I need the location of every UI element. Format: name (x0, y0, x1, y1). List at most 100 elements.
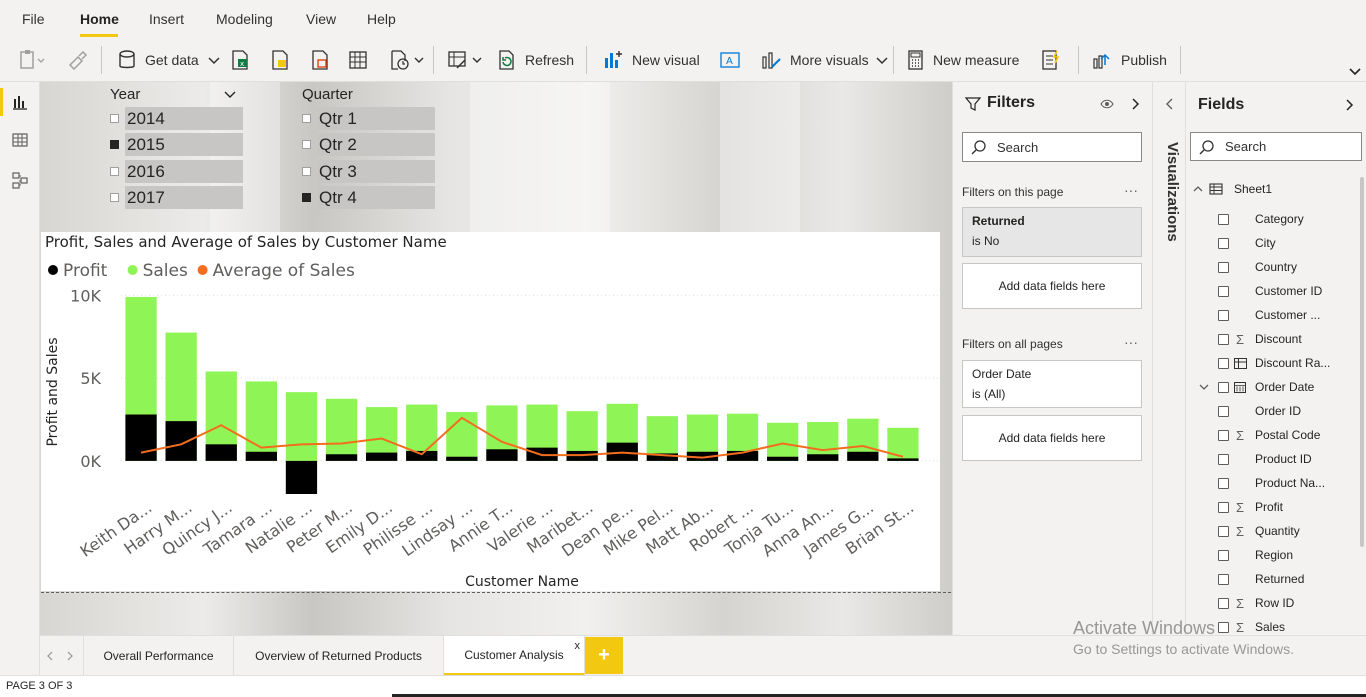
chevron-down-icon[interactable] (1198, 382, 1210, 392)
qtr-3-item[interactable]: Qtr 3 (302, 160, 435, 183)
profit-bar[interactable] (446, 456, 478, 461)
transform-data-button[interactable] (447, 46, 483, 74)
table-sheet1[interactable]: Sheet1 (1187, 177, 1362, 201)
profit-bar[interactable] (205, 444, 237, 461)
text-box-button[interactable]: A (719, 46, 741, 74)
enter-data-button[interactable] (348, 46, 368, 74)
slicer-checkbox[interactable] (302, 193, 311, 202)
profit-bar[interactable] (807, 454, 839, 461)
more-options-icon[interactable]: ··· (1124, 182, 1138, 198)
year-2015-item[interactable]: 2015 (110, 133, 243, 156)
tab-overview-returned-products[interactable]: Overview of Returned Products (234, 636, 444, 676)
slicer-checkbox[interactable] (110, 114, 119, 123)
slicer-checkbox[interactable] (110, 140, 119, 149)
profit-bar[interactable] (285, 460, 318, 494)
sales-bar[interactable] (285, 392, 318, 461)
field-checkbox[interactable] (1218, 549, 1229, 561)
legend-label[interactable]: Average of Sales (213, 261, 355, 281)
field-checkbox[interactable] (1218, 453, 1229, 465)
paste-button[interactable] (18, 46, 46, 74)
field-checkbox[interactable] (1218, 237, 1229, 249)
legend-label[interactable]: Sales (143, 261, 188, 281)
chevron-left-icon[interactable] (46, 650, 54, 662)
sales-bar[interactable] (767, 422, 799, 461)
field-item[interactable]: Σ Postal Code (1187, 423, 1362, 447)
fields-scrollbar[interactable] (1360, 177, 1364, 547)
chevron-up-icon[interactable] (1192, 184, 1204, 194)
refresh-button[interactable]: Refresh (497, 46, 574, 74)
slicer-checkbox[interactable] (110, 193, 119, 202)
field-item[interactable]: Category (1187, 207, 1362, 231)
field-item[interactable]: Product ID (1187, 447, 1362, 471)
field-item[interactable]: Discount Ra... (1187, 351, 1362, 375)
excel-button[interactable]: x (230, 46, 250, 74)
menu-insert[interactable]: Insert (149, 11, 184, 27)
field-item[interactable]: Σ Profit (1187, 495, 1362, 519)
eye-icon[interactable] (1100, 98, 1114, 110)
qtr-1-item[interactable]: Qtr 1 (302, 107, 435, 130)
field-checkbox[interactable] (1218, 429, 1229, 441)
chevron-right-icon[interactable] (1345, 98, 1355, 112)
field-checkbox[interactable] (1218, 405, 1229, 417)
profit-bar[interactable] (406, 450, 438, 461)
field-item[interactable]: Product Na... (1187, 471, 1362, 495)
legend-label[interactable]: Profit (63, 261, 108, 281)
sales-bar[interactable] (325, 398, 358, 461)
profit-bar[interactable] (767, 456, 799, 461)
slicer-checkbox[interactable] (302, 167, 311, 176)
profit-bar[interactable] (887, 458, 919, 461)
field-checkbox[interactable] (1218, 285, 1229, 297)
collapse-ribbon-icon[interactable] (1348, 66, 1362, 76)
field-checkbox[interactable] (1218, 573, 1229, 585)
chevron-down-icon[interactable] (223, 90, 237, 100)
profit-bar[interactable] (245, 451, 277, 461)
field-checkbox[interactable] (1218, 381, 1229, 393)
field-checkbox[interactable] (1218, 525, 1229, 537)
add-page-button[interactable]: + (585, 637, 623, 674)
field-checkbox[interactable] (1218, 597, 1229, 609)
year-2014-item[interactable]: 2014 (110, 107, 243, 130)
profit-bar[interactable] (847, 451, 879, 461)
dataverse-button[interactable] (310, 46, 330, 74)
model-view-button[interactable] (8, 168, 32, 192)
menu-help[interactable]: Help (367, 11, 396, 27)
field-item[interactable]: Customer ... (1187, 303, 1362, 327)
fields-search-input[interactable]: Search (1190, 132, 1362, 161)
field-item[interactable]: City (1187, 231, 1362, 255)
data-view-button[interactable] (8, 128, 32, 152)
profit-bar[interactable] (366, 452, 398, 461)
chevron-left-icon[interactable] (1164, 97, 1174, 111)
returned-filter-card[interactable]: Returned is No (962, 207, 1142, 257)
add-all-pages-filter-dropzone[interactable]: Add data fields here (962, 415, 1142, 461)
filters-search-input[interactable]: Search (962, 132, 1142, 162)
field-item[interactable]: Returned (1187, 567, 1362, 591)
tab-customer-analysis[interactable]: Customer Analysis x (444, 636, 585, 676)
menu-file[interactable]: File (22, 11, 45, 27)
menu-modeling[interactable]: Modeling (216, 11, 273, 27)
field-item[interactable]: Country (1187, 255, 1362, 279)
new-measure-button[interactable]: New measure (907, 46, 1019, 74)
sales-bar[interactable] (446, 412, 478, 461)
slicer-checkbox[interactable] (302, 114, 311, 123)
add-page-filter-dropzone[interactable]: Add data fields here (962, 263, 1142, 309)
menu-home[interactable]: Home (80, 11, 119, 27)
dataset-button[interactable] (270, 46, 290, 74)
field-item[interactable]: Order ID (1187, 399, 1362, 423)
field-checkbox[interactable] (1218, 261, 1229, 273)
field-checkbox[interactable] (1218, 309, 1229, 321)
profit-bar[interactable] (125, 414, 157, 461)
order-date-filter-card[interactable]: Order Date is (All) (962, 360, 1142, 408)
profit-bar[interactable] (325, 454, 358, 461)
field-item[interactable]: Σ Quantity (1187, 519, 1362, 543)
get-data-button[interactable]: Get data (117, 46, 221, 74)
year-2017-item[interactable]: 2017 (110, 186, 243, 209)
qtr-2-item[interactable]: Qtr 2 (302, 133, 435, 156)
year-2016-item[interactable]: 2016 (110, 160, 243, 183)
format-painter-button[interactable] (66, 46, 88, 74)
report-view-button[interactable] (8, 90, 32, 114)
new-visual-button[interactable]: New visual (602, 46, 700, 74)
field-item[interactable]: Order Date (1187, 375, 1362, 399)
visualizations-pane-collapsed[interactable]: Visualizations (1152, 82, 1186, 635)
field-item[interactable]: Σ Discount (1187, 327, 1362, 351)
more-visuals-button[interactable]: More visuals (760, 46, 889, 74)
